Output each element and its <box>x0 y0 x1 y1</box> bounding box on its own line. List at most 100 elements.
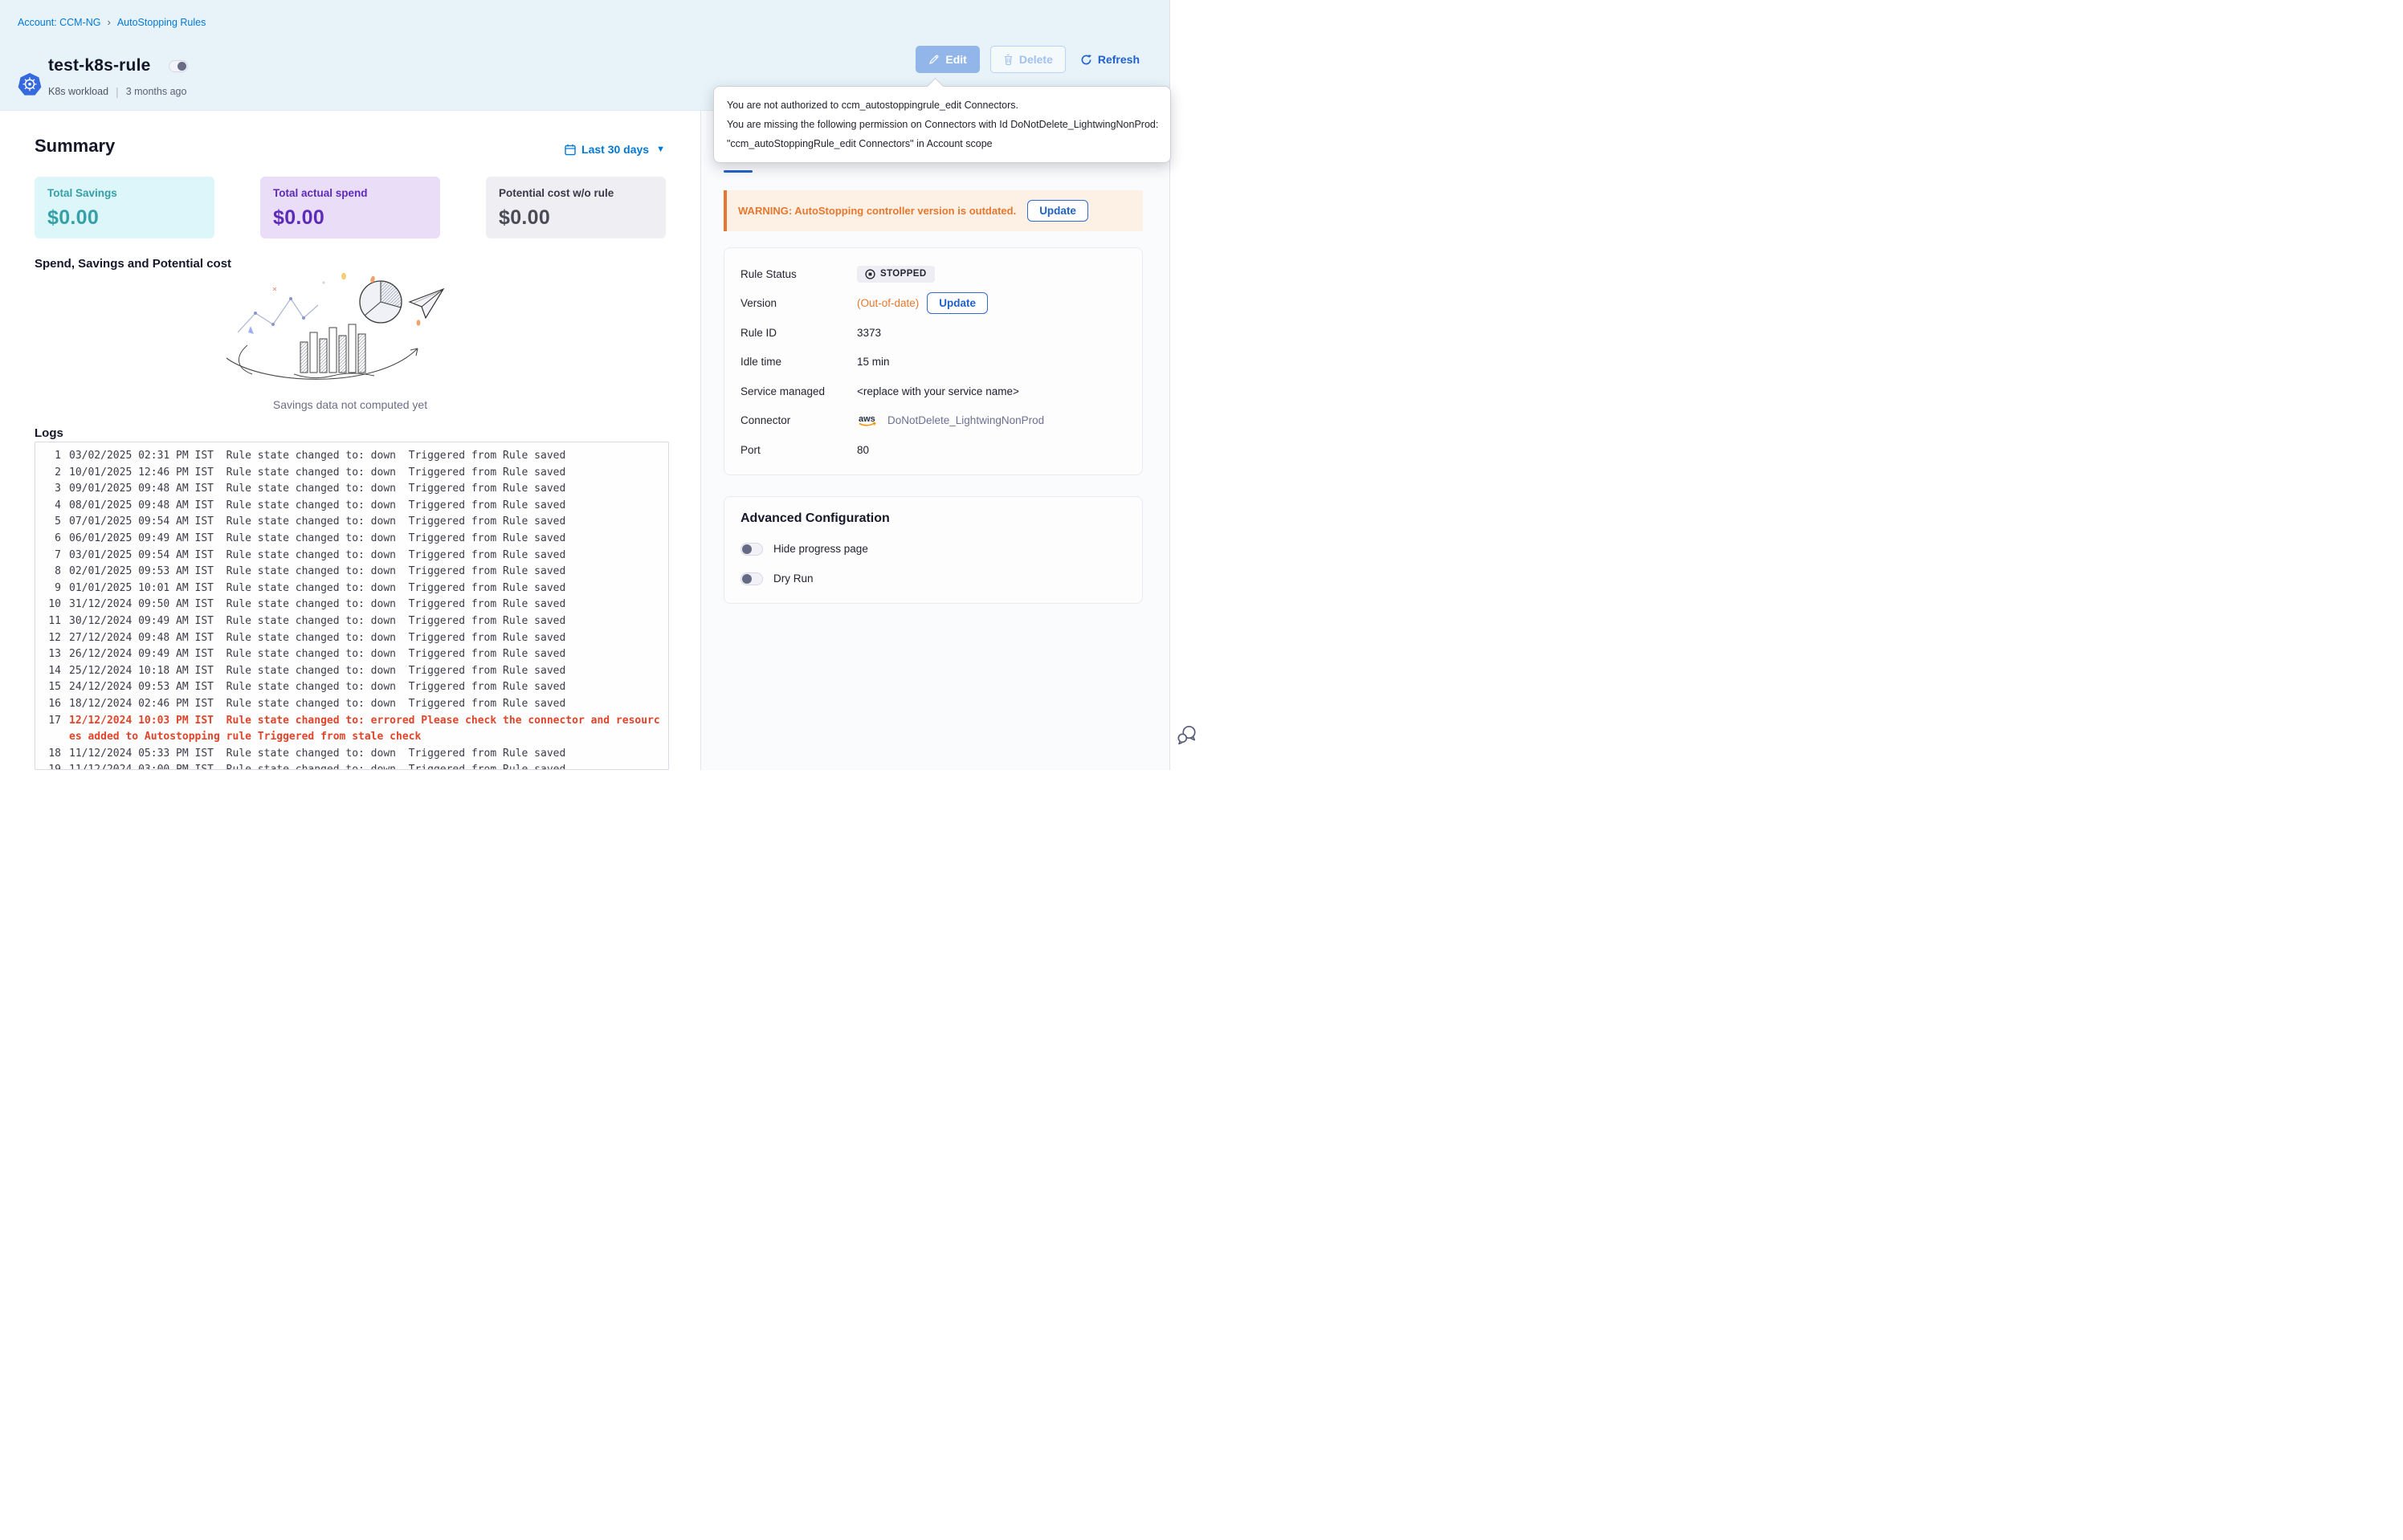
log-line: 606/01/2025 09:49 AM IST Rule state chan… <box>39 531 663 548</box>
log-line: 901/01/2025 10:01 AM IST Rule state chan… <box>39 581 663 597</box>
rule-subtitle: K8s workload | 3 months ago <box>48 85 186 98</box>
logs-heading: Logs <box>35 426 63 440</box>
connector-value[interactable]: DoNotDelete_LightwingNonProd <box>887 414 1044 426</box>
hide-progress-toggle-knob <box>742 544 752 554</box>
log-line: 408/01/2025 09:48 AM IST Rule state chan… <box>39 498 663 515</box>
total-savings-value: $0.00 <box>47 206 202 230</box>
version-update-button[interactable]: Update <box>927 292 988 314</box>
stop-icon <box>865 269 875 279</box>
idle-time-row: Idle time 15 min <box>740 348 1126 377</box>
empty-chart-illustration <box>223 271 448 398</box>
log-line: 1524/12/2024 09:53 AM IST Rule state cha… <box>39 679 663 696</box>
breadcrumb-autostopping-link[interactable]: AutoStopping Rules <box>117 17 206 28</box>
rule-id-label: Rule ID <box>740 327 857 339</box>
version-row: Version (Out-of-date) Update <box>740 289 1126 319</box>
date-range-picker[interactable]: Last 30 days ▼ <box>565 143 665 156</box>
breadcrumb-account-link[interactable]: Account: CCM-NG <box>18 17 101 28</box>
idle-time-label: Idle time <box>740 356 857 368</box>
port-value: 80 <box>857 444 869 456</box>
chat-support-icon[interactable] <box>1176 724 1197 747</box>
tab-active-underline <box>724 170 753 173</box>
hide-progress-toggle-row[interactable]: Hide progress page <box>740 543 1126 556</box>
advanced-configuration-card: Advanced Configuration Hide progress pag… <box>724 496 1143 604</box>
chart-heading: Spend, Savings and Potential cost <box>35 257 231 271</box>
log-line: 1227/12/2024 09:48 AM IST Rule state cha… <box>39 630 663 647</box>
pencil-icon <box>928 54 940 65</box>
header-actions: Edit Delete Refresh <box>916 46 1144 73</box>
service-managed-value: <replace with your service name> <box>857 385 1019 397</box>
refresh-button-label: Refresh <box>1098 53 1140 66</box>
summary-column: Summary Last 30 days ▼ Total Savings $0.… <box>0 111 700 770</box>
rule-status-label: Rule Status <box>740 268 857 280</box>
log-line: 1712/12/2024 10:03 PM IST Rule state cha… <box>39 713 663 746</box>
edit-button-label: Edit <box>945 53 966 66</box>
connector-row: Connector aws DoNotDelete_LightwingNonPr… <box>740 406 1126 436</box>
details-panel: Details WARNING: AutoStopping controller… <box>700 111 1169 770</box>
log-line: 507/01/2025 09:54 AM IST Rule state chan… <box>39 514 663 531</box>
tooltip-line-3: "ccm_autoStoppingRule_edit Connectors" i… <box>727 134 1157 153</box>
connector-label: Connector <box>740 414 857 426</box>
hide-progress-label: Hide progress page <box>773 543 868 555</box>
total-spend-label: Total actual spend <box>273 187 427 199</box>
log-line: 802/01/2025 09:53 AM IST Rule state chan… <box>39 564 663 581</box>
dry-run-toggle-row[interactable]: Dry Run <box>740 572 1126 585</box>
log-line: 1326/12/2024 09:49 AM IST Rule state cha… <box>39 646 663 663</box>
total-savings-label: Total Savings <box>47 187 202 199</box>
dry-run-label: Dry Run <box>773 572 814 585</box>
tooltip-line-1: You are not authorized to ccm_autostoppi… <box>727 96 1157 115</box>
summary-heading: Summary <box>35 136 115 157</box>
permission-tooltip: You are not authorized to ccm_autostoppi… <box>713 86 1171 163</box>
dry-run-toggle[interactable] <box>740 572 763 585</box>
log-line: 309/01/2025 09:48 AM IST Rule state chan… <box>39 481 663 498</box>
delete-button[interactable]: Delete <box>990 46 1066 73</box>
logs-box[interactable]: 103/02/2025 02:31 PM IST Rule state chan… <box>35 442 669 770</box>
trash-icon <box>1003 54 1014 65</box>
log-line: 1425/12/2024 10:18 AM IST Rule state cha… <box>39 663 663 680</box>
log-line: 1911/12/2024 03:00 PM IST Rule state cha… <box>39 762 663 770</box>
idle-time-value: 15 min <box>857 356 890 368</box>
chevron-down-icon: ▼ <box>656 145 665 154</box>
help-rail <box>1169 0 1202 770</box>
calendar-icon <box>565 144 576 156</box>
potential-cost-value: $0.00 <box>499 206 653 230</box>
refresh-icon <box>1080 54 1092 66</box>
workload-type: K8s workload <box>48 86 108 97</box>
controller-update-button[interactable]: Update <box>1027 200 1088 222</box>
total-spend-value: $0.00 <box>273 206 427 230</box>
delete-button-label: Delete <box>1019 53 1053 66</box>
edit-button[interactable]: Edit <box>916 46 979 73</box>
log-line: 703/01/2025 09:54 AM IST Rule state chan… <box>39 548 663 564</box>
svg-text:aws: aws <box>859 414 875 424</box>
breadcrumb-separator: › <box>108 16 111 28</box>
potential-cost-label: Potential cost w/o rule <box>499 187 653 199</box>
date-range-label: Last 30 days <box>581 143 649 156</box>
hide-progress-toggle[interactable] <box>740 543 763 556</box>
advanced-configuration-heading: Advanced Configuration <box>740 511 1126 526</box>
service-managed-row: Service managed <replace with your servi… <box>740 377 1126 406</box>
log-line: 1811/12/2024 05:33 PM IST Rule state cha… <box>39 746 663 763</box>
page-title: test-k8s-rule <box>48 56 150 75</box>
rule-details-card: Rule Status STOPPED Version (Out-of-date… <box>724 247 1143 475</box>
status-badge-text: STOPPED <box>880 269 927 279</box>
status-badge: STOPPED <box>857 266 935 283</box>
version-out-of-date: (Out-of-date) <box>857 297 919 309</box>
refresh-button[interactable]: Refresh <box>1076 46 1144 73</box>
potential-cost-card: Potential cost w/o rule $0.00 <box>486 177 666 238</box>
subtitle-divider: | <box>116 85 119 98</box>
rule-id-value: 3373 <box>857 327 881 339</box>
rule-id-row: Rule ID 3373 <box>740 318 1126 348</box>
last-updated: 3 months ago <box>126 86 187 97</box>
port-label: Port <box>740 444 857 456</box>
total-spend-card: Total actual spend $0.00 <box>260 177 440 238</box>
service-managed-label: Service managed <box>740 385 857 397</box>
version-label: Version <box>740 297 857 309</box>
autostopping-rule-page: Account: CCM-NG › AutoStopping Rules tes… <box>0 0 1202 770</box>
port-row: Port 80 <box>740 435 1126 465</box>
breadcrumb: Account: CCM-NG › AutoStopping Rules <box>18 16 206 28</box>
log-line: 1130/12/2024 09:49 AM IST Rule state cha… <box>39 613 663 630</box>
controller-warning-banner: WARNING: AutoStopping controller version… <box>724 190 1143 231</box>
rule-enable-toggle-knob <box>177 62 186 71</box>
controller-warning-text: WARNING: AutoStopping controller version… <box>738 205 1016 217</box>
rule-enable-toggle[interactable] <box>169 60 188 72</box>
log-line: 1618/12/2024 02:46 PM IST Rule state cha… <box>39 696 663 713</box>
